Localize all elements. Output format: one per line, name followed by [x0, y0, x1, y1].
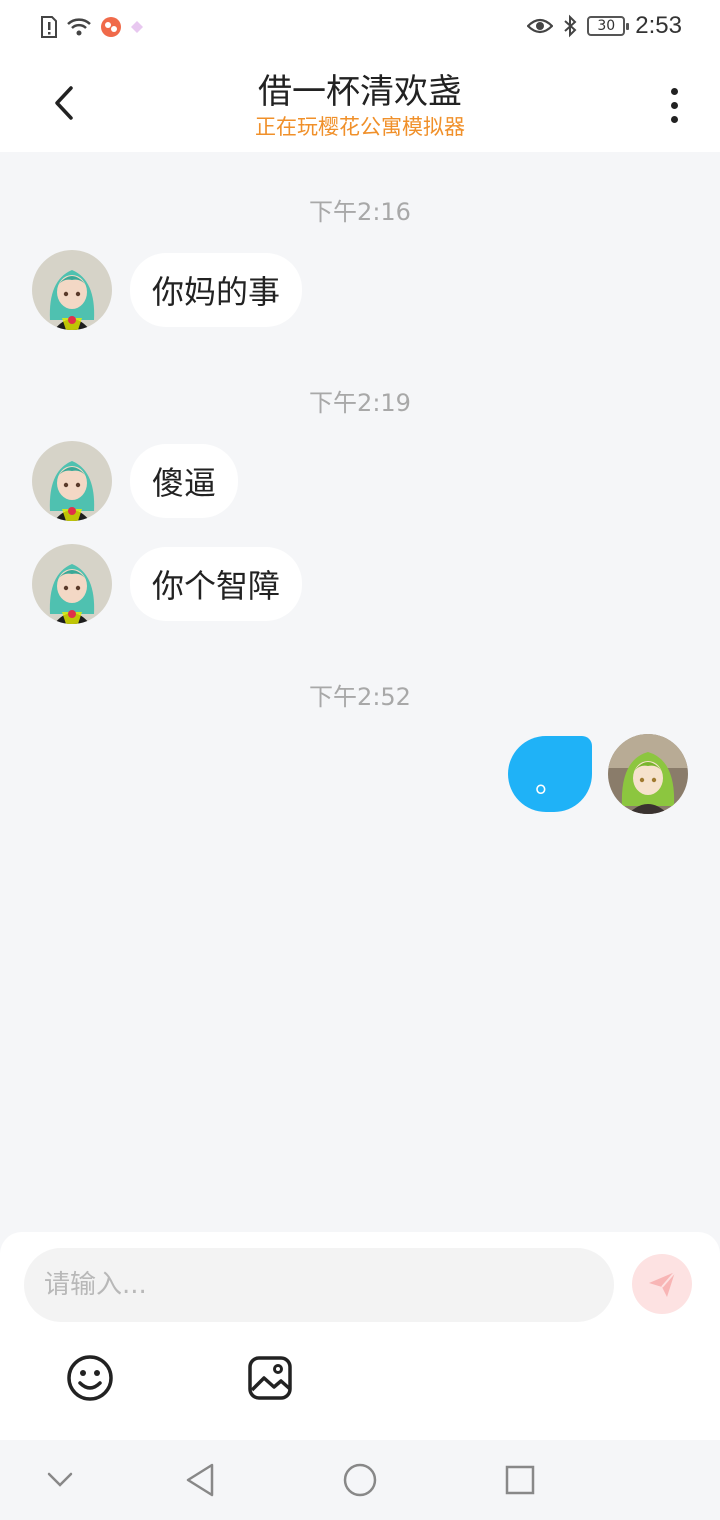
contact-avatar[interactable] [32, 441, 112, 521]
status-icons-left [40, 15, 144, 39]
nav-down-icon [47, 1472, 73, 1487]
message-timestamp: 下午2:16 [309, 198, 411, 226]
image-icon [248, 1356, 292, 1400]
bluetooth-icon [564, 14, 577, 38]
incoming-message: 你妈的事 [32, 250, 303, 330]
message-input[interactable] [24, 1248, 614, 1322]
status-bar: 30 2:53 [0, 0, 720, 56]
eye-icon [527, 18, 554, 34]
emoji-icon [67, 1355, 113, 1401]
contact-avatar[interactable] [32, 250, 112, 330]
sim-alert-icon [41, 16, 57, 38]
nav-back-button[interactable] [178, 1458, 222, 1502]
emoji-button[interactable] [66, 1354, 114, 1402]
user-avatar[interactable] [608, 734, 688, 814]
more-vertical-icon [670, 87, 678, 95]
system-nav-bar [0, 1440, 720, 1520]
message-bubble[interactable]: 你个智障 [130, 547, 303, 621]
incoming-message: 你个智障 [32, 544, 303, 624]
send-button[interactable] [632, 1254, 692, 1314]
message-timestamp: 下午2:19 [309, 389, 411, 417]
nav-recents-button[interactable] [498, 1458, 542, 1502]
status-icons-right: 30 2:53 [527, 12, 682, 40]
nav-hide-button[interactable] [38, 1458, 82, 1502]
image-button[interactable] [246, 1354, 294, 1402]
diamond-icon [131, 21, 143, 33]
message-bubble[interactable]: 傻逼 [130, 444, 239, 518]
message-timestamp: 下午2:52 [309, 683, 411, 711]
more-options-button[interactable] [658, 80, 690, 130]
incoming-message: 傻逼 [32, 441, 239, 521]
nav-back-icon [186, 1463, 214, 1497]
contact-avatar[interactable] [32, 544, 112, 624]
nav-home-icon [343, 1463, 377, 1497]
message-bubble[interactable]: 你妈的事 [130, 253, 303, 327]
wifi-icon [67, 18, 91, 36]
chat-title: 借一杯清欢盏 [258, 72, 462, 112]
send-icon [649, 1271, 676, 1297]
chat-header: 借一杯清欢盏 正在玩樱花公寓模拟器 [0, 56, 720, 152]
battery-indicator: 30 [587, 16, 630, 36]
message-bubble-sent[interactable]: 。 [508, 736, 592, 812]
nav-home-button[interactable] [338, 1458, 382, 1502]
outgoing-message: 。 [508, 734, 688, 814]
chat-status-subtitle: 正在玩樱花公寓模拟器 [255, 115, 465, 139]
composer-panel [0, 1232, 720, 1440]
clock: 2:53 [635, 12, 682, 39]
app-notification-icon [101, 17, 121, 37]
nav-recents-icon [505, 1465, 535, 1495]
